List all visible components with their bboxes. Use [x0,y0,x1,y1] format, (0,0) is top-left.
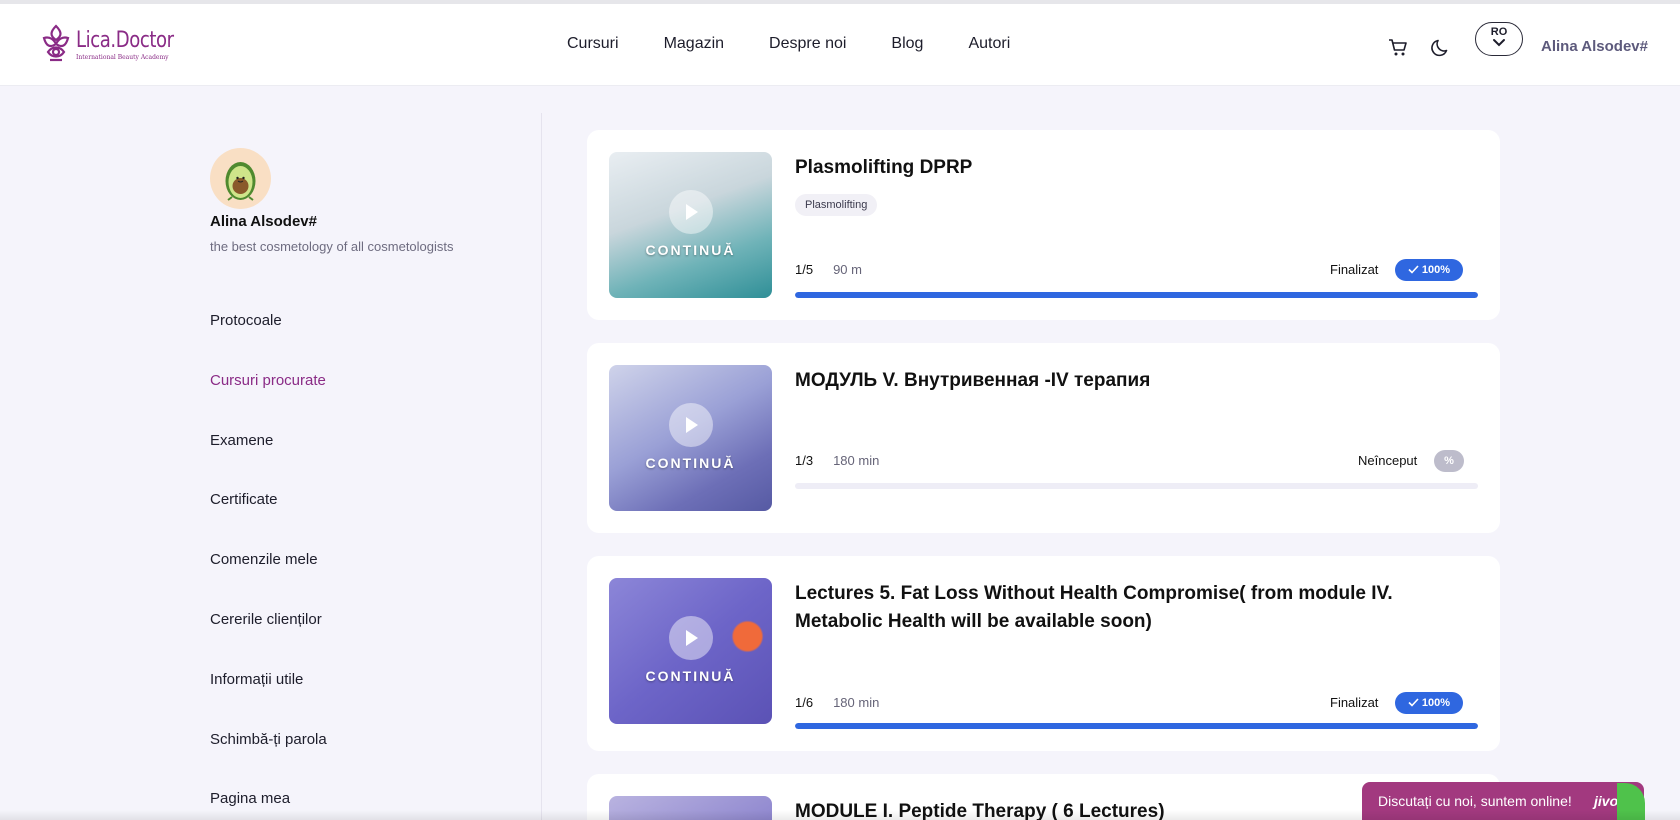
sidebar-divider [541,113,542,820]
progress-badge-text: 100% [1421,264,1451,276]
language-code: RO [1490,26,1508,38]
lesson-count: 1/6 [795,695,814,710]
profile-name: Alina Alsodev# [210,213,317,230]
course-meta: 1/3 180 min [795,453,879,468]
course-title[interactable]: МОДУЛЬ V. Внутривенная -IV терапия [795,367,1475,395]
course-tag: Plasmolifting [795,194,878,216]
profile-subtitle: the best cosmetology of all cosmetologis… [210,239,454,254]
progress-badge-text: 100% [1421,697,1451,709]
nav-autori[interactable]: Autori [968,35,1010,53]
menu-schimba-parola[interactable]: Schimbă-ți parola [210,730,327,790]
course-status: Finalizat [1330,262,1379,277]
lesson-count: 1/3 [795,453,814,468]
header-user-name[interactable]: Alina Alsodev# [1541,38,1648,55]
continue-label: CONTINUĂ [645,668,736,684]
account-menu: Protocoale Cursuri procurate Examene Cer… [210,311,327,820]
language-selector[interactable]: RO [1475,22,1523,56]
progress-bar [795,292,1478,298]
continue-label: CONTINUĂ [645,242,736,258]
progress-badge: 100% [1395,692,1463,714]
play-icon [669,403,713,447]
nav-blog[interactable]: Blog [891,35,923,53]
nav-despre-noi[interactable]: Despre noi [769,35,846,53]
nav-magazin[interactable]: Magazin [664,35,724,53]
site-header: Lica.Doctor International Beauty Academy… [0,4,1680,86]
menu-cursuri-procurate[interactable]: Cursuri procurate [210,371,327,431]
lesson-count: 1/5 [795,262,814,277]
logo[interactable]: Lica.Doctor International Beauty Academy [40,20,195,68]
logo-name: Lica.Doctor [76,27,174,53]
avocado-avatar-icon [210,148,271,209]
menu-comenzile-mele[interactable]: Comenzile mele [210,550,327,610]
course-thumbnail[interactable]: CONTINUĂ [609,365,772,511]
progress-bar-fill [795,723,1478,729]
course-thumbnail[interactable]: CONTINUĂ [609,578,772,724]
continue-label: CONTINUĂ [645,455,736,471]
course-meta: 1/5 90 m [795,262,862,277]
menu-protocoale[interactable]: Protocoale [210,311,327,371]
progress-badge: 100% [1395,259,1463,281]
moon-icon[interactable] [1431,37,1451,57]
lotus-knot-logo-icon [42,24,70,62]
menu-informatii-utile[interactable]: Informații utile [210,670,327,730]
progress-badge-text: % [1444,455,1454,467]
course-duration: 180 min [833,453,880,468]
chat-brand: jivo [1594,793,1619,809]
check-icon [1408,698,1419,707]
course-status: Neînceput [1358,453,1418,468]
play-icon [669,190,713,234]
progress-bar [795,723,1478,729]
course-card: CONTINUĂ Lectures 5. Fat Loss Without He… [587,556,1500,751]
course-status: Finalizat [1330,695,1379,710]
course-meta: 1/6 180 min [795,695,879,710]
chevron-down-icon [1493,39,1505,47]
main-nav: Cursuri Magazin Despre noi Blog Autori [567,35,1010,53]
course-duration: 180 min [833,695,880,710]
menu-pagina-mea[interactable]: Pagina mea [210,789,327,820]
menu-examene[interactable]: Examene [210,431,327,491]
course-thumbnail[interactable] [609,796,772,820]
progress-bar-fill [795,292,1478,298]
chat-widget[interactable]: Discutați cu noi, suntem online! jivo [1362,782,1644,820]
course-card: CONTINUĂ МОДУЛЬ V. Внутривенная -IV тера… [587,343,1500,533]
nav-cursuri[interactable]: Cursuri [567,35,619,53]
course-thumbnail[interactable]: CONTINUĂ [609,152,772,298]
course-title[interactable]: Plasmolifting DPRP [795,154,1475,182]
logo-subtitle: International Beauty Academy [76,53,169,61]
chat-text: Discutați cu noi, suntem online! [1378,793,1572,809]
progress-badge: % [1434,450,1464,472]
progress-bar [795,483,1478,489]
course-card: CONTINUĂ Plasmolifting DPRP Plasmoliftin… [587,130,1500,320]
menu-certificate[interactable]: Certificate [210,490,327,550]
cart-icon[interactable] [1388,37,1408,57]
check-icon [1408,265,1419,274]
play-icon [669,616,713,660]
course-duration: 90 m [833,262,862,277]
menu-cererile-clientilor[interactable]: Cererile clienților [210,610,327,670]
course-title[interactable]: Lectures 5. Fat Loss Without Health Comp… [795,580,1475,636]
